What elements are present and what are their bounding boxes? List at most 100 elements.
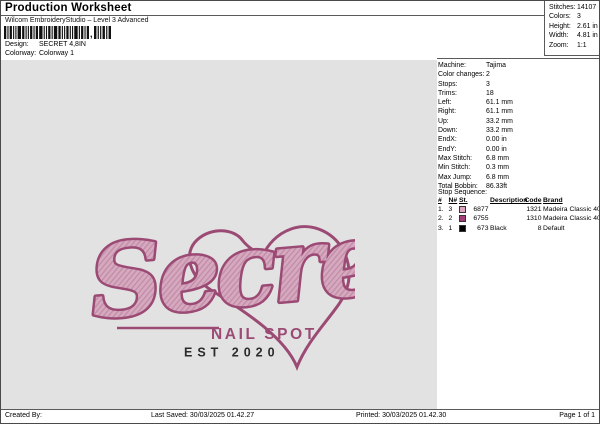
col-header-n: N# <box>449 197 458 205</box>
page-title: Production Worksheet <box>5 2 131 14</box>
col-header-code: Code <box>522 197 542 205</box>
stop-row-stitches: 6755 <box>471 215 489 223</box>
colorway-row: Colorway:Colorway 1 <box>5 50 74 57</box>
info-row: Trims:18 <box>438 90 598 99</box>
design-barcode: , <box>4 26 114 39</box>
stat-row: Width:4.81 in <box>549 32 600 41</box>
info-row-value: 33.2 mm <box>486 127 513 136</box>
design-stats-box: Stitches:14107Colors:3Height:2.61 inWidt… <box>544 1 600 56</box>
stop-row-n: 3 <box>449 206 458 214</box>
panel-divider <box>437 58 600 59</box>
info-row: Min Stitch:0.3 mm <box>438 164 598 173</box>
design-value: SECRET 4,8IN <box>39 41 86 48</box>
stop-row-n: 2 <box>449 215 458 223</box>
stat-row: Stitches:14107 <box>549 4 600 13</box>
stat-row-value: 14107 <box>577 4 596 13</box>
info-row-value: 2 <box>486 71 490 80</box>
stop-row-num: 1. <box>438 206 447 214</box>
stop-row-code: 1321 <box>522 206 542 214</box>
info-row-label: Left: <box>438 99 486 108</box>
design-label: Design: <box>5 41 39 48</box>
stop-sequence-table: # N# St. Description Code Brand 1.3 6877 1… <box>438 197 598 232</box>
info-row-value: 0.00 in <box>486 146 507 155</box>
stop-row-brand: Default <box>543 225 598 233</box>
stat-row-value: 4.81 in <box>577 32 598 41</box>
info-row-value: 3 <box>486 81 490 90</box>
stat-row-value: 1:1 <box>577 42 587 51</box>
stop-row-brand: Madeira Classic 40 <box>543 215 598 223</box>
col-header-st: St. <box>459 197 489 205</box>
barcode-group-1 <box>4 26 89 39</box>
col-header-brand: Brand <box>543 197 598 205</box>
artwork-word: Secret <box>87 208 355 342</box>
stat-row-label: Stitches: <box>549 4 577 13</box>
stat-row: Height:2.61 in <box>549 23 600 32</box>
info-row-value: 61.1 mm <box>486 108 513 117</box>
stat-row-label: Width: <box>549 32 577 41</box>
info-row-label: EndX: <box>438 136 486 145</box>
stop-row-stitches: 6877 <box>471 206 489 214</box>
col-header-description: Description <box>490 197 520 205</box>
info-row: Machine:Tajima <box>438 62 598 71</box>
embroidery-artwork: Secret NAIL SPOT EST 2020 <box>87 208 355 380</box>
info-row: Max Jump:6.8 mm <box>438 174 598 183</box>
info-row: Up:33.2 mm <box>438 118 598 127</box>
printed-label: Printed: 30/03/2025 01.42.30 <box>356 412 446 419</box>
stop-row-code: 1310 <box>522 215 542 223</box>
stop-row-description: Black <box>490 225 520 233</box>
info-row-value: 61.1 mm <box>486 99 513 108</box>
stat-row-value: 2.61 in <box>577 23 598 32</box>
stat-row: Colors:3 <box>549 13 600 22</box>
stop-row-brand: Madeira Classic 40 <box>543 206 598 214</box>
info-row-label: Up: <box>438 118 486 127</box>
info-row-label: Color changes: <box>438 71 486 80</box>
info-row-label: Trims: <box>438 90 486 99</box>
info-row: EndX:0.00 in <box>438 136 598 145</box>
info-row-label: Stops: <box>438 81 486 90</box>
stop-row-code: 8 <box>522 225 542 233</box>
stop-sequence-title: Stop Sequence: <box>438 189 487 196</box>
info-row-value: 18 <box>486 90 494 99</box>
footer-bar: Created By: Last Saved: 30/03/2025 01.42… <box>1 409 599 423</box>
thread-color-swatch <box>459 206 466 213</box>
stat-row-value: 3 <box>577 13 581 22</box>
last-saved-label: Last Saved: 30/03/2025 01.42.27 <box>151 412 254 419</box>
info-row: Stops:3 <box>438 81 598 90</box>
machine-info-list: Machine:TajimaColor changes:2Stops:3Trim… <box>438 62 598 192</box>
title-divider <box>1 15 544 16</box>
stat-row-label: Zoom: <box>549 42 577 51</box>
stat-row-label: Colors: <box>549 13 577 22</box>
stop-row-n: 1 <box>449 225 458 233</box>
info-row-value: 6.8 mm <box>486 155 509 164</box>
colorway-label: Colorway: <box>5 50 39 57</box>
col-header-num: # <box>438 197 447 205</box>
thread-color-swatch <box>459 215 466 222</box>
info-row-label: Min Stitch: <box>438 164 486 173</box>
info-row-label: Max Jump: <box>438 174 486 183</box>
barcode-group-2 <box>94 26 111 39</box>
info-row-label: Machine: <box>438 62 486 71</box>
artwork-est: EST 2020 <box>184 346 280 360</box>
info-row-value: 0.3 mm <box>486 164 509 173</box>
info-row-value: 33.2 mm <box>486 118 513 127</box>
production-worksheet-page: Production Worksheet Wilcom EmbroiderySt… <box>0 0 600 424</box>
app-version-subtitle: Wilcom EmbroideryStudio – Level 3 Advanc… <box>5 17 149 24</box>
info-row-value: 6.8 mm <box>486 174 509 183</box>
info-row-value: 86.33ft <box>486 183 507 192</box>
stop-row-num: 2. <box>438 215 447 223</box>
stat-row: Zoom:1:1 <box>549 42 600 51</box>
artwork-subtitle: NAIL SPOT <box>211 326 317 343</box>
page-number: Page 1 of 1 <box>559 412 595 419</box>
stop-row-num: 3. <box>438 225 447 233</box>
info-row-label: Max Stitch: <box>438 155 486 164</box>
design-canvas: Secret NAIL SPOT EST 2020 <box>1 60 437 410</box>
info-row-value: 0.00 in <box>486 136 507 145</box>
stop-row-stitches: 673 <box>471 225 489 233</box>
created-by-label: Created By: <box>5 412 42 419</box>
info-row: Left:61.1 mm <box>438 99 598 108</box>
info-row: Max Stitch:6.8 mm <box>438 155 598 164</box>
stat-row-label: Height: <box>549 23 577 32</box>
info-row-label: Down: <box>438 127 486 136</box>
info-row: EndY:0.00 in <box>438 146 598 155</box>
design-row: Design:SECRET 4,8IN <box>5 41 86 48</box>
